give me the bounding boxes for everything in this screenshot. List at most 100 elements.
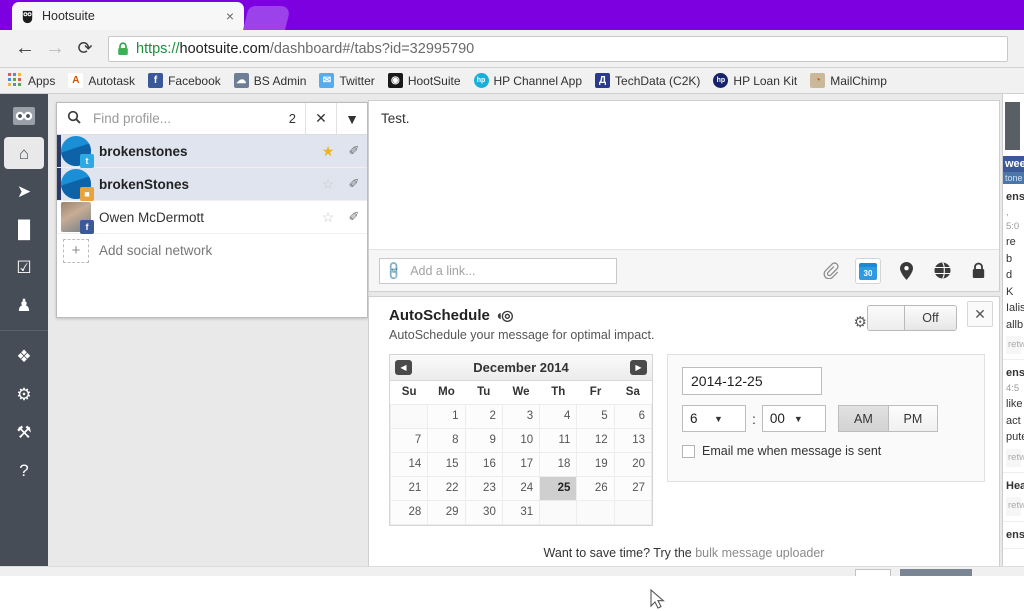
globe-privacy-icon[interactable] — [931, 259, 953, 283]
browser-tab[interactable]: Hootsuite × — [12, 2, 244, 30]
search-input[interactable] — [91, 110, 280, 127]
stream-item[interactable]: ens 4:5 like act pute retw — [1003, 360, 1024, 473]
lock-privacy-icon[interactable] — [967, 259, 989, 283]
favorite-star-icon[interactable]: ☆ — [315, 209, 341, 226]
forward-icon[interactable]: → — [40, 34, 70, 64]
secondary-button-peek[interactable] — [855, 569, 891, 576]
rail-item-tools[interactable]: ⚒ — [0, 413, 48, 451]
calendar-day[interactable]: 24 — [501, 475, 541, 501]
close-icon[interactable]: ✕ — [967, 301, 993, 327]
rail-item-app-directory[interactable]: ❖ — [0, 337, 48, 375]
stream-item[interactable]: ens — [1003, 522, 1024, 549]
autoschedule-toggle[interactable]: Off — [867, 305, 957, 331]
prev-month-icon[interactable]: ◀ — [395, 360, 412, 375]
add-social-network-button[interactable]: + Add social network — [57, 234, 367, 267]
attach-media-icon[interactable] — [819, 259, 841, 283]
send-button-peek[interactable] — [900, 569, 972, 576]
pm-button[interactable]: PM — [887, 405, 938, 432]
bookmark-owl-icon[interactable]: ◉ HootSuite — [387, 73, 461, 88]
stream-item[interactable]: ens , 5:0 re b d K Ialis allb retw — [1003, 184, 1024, 361]
calendar-day[interactable]: 13 — [613, 427, 653, 453]
schedule-calendar-icon[interactable]: 30 — [855, 257, 881, 284]
am-button[interactable]: AM — [837, 405, 888, 432]
calendar-day[interactable]: 20 — [613, 451, 653, 477]
date-input[interactable] — [682, 367, 822, 395]
calendar-day[interactable]: 21 — [389, 475, 429, 501]
bookmark-mailchimp-icon[interactable]: ◔ MailChimp — [810, 73, 887, 88]
bookmark-hp-icon[interactable]: hp HP Channel App — [473, 73, 582, 88]
bookmark-facebook-icon[interactable]: f Facebook — [148, 73, 221, 88]
calendar-day[interactable]: 26 — [576, 475, 615, 501]
calendar-day[interactable]: 5 — [576, 403, 615, 429]
stream-column-clipped[interactable]: wee tone ens, 5:0re bd KIalisallbretwens… — [1002, 94, 1024, 576]
add-link-field[interactable]: 🔗 — [379, 257, 617, 284]
new-tab-button[interactable] — [243, 6, 291, 30]
rail-item-assignments[interactable]: ☑ — [0, 248, 48, 286]
chevron-down-icon[interactable]: ▼ — [336, 102, 367, 135]
reload-icon[interactable]: ⟳ — [70, 34, 100, 64]
stream-item-retweet[interactable]: retw — [1006, 448, 1024, 467]
profile-row[interactable]: ■ brokenStones ☆ ✐ — [57, 168, 367, 201]
pin-icon[interactable]: ✐ — [341, 209, 367, 225]
location-pin-icon[interactable] — [895, 259, 917, 283]
pin-icon[interactable]: ✐ — [341, 143, 367, 159]
calendar-day[interactable]: 22 — [427, 475, 466, 501]
tab-close-icon[interactable]: × — [224, 9, 236, 23]
calendar-day[interactable]: 31 — [501, 499, 541, 525]
rail-item-settings[interactable]: ⚙ — [0, 375, 48, 413]
rail-item-publisher[interactable]: ➤ — [0, 172, 48, 210]
minute-select[interactable]: 00 ▼ — [761, 405, 826, 432]
favorite-star-icon[interactable]: ☆ — [315, 176, 341, 193]
bookmark-hp-dark-icon[interactable]: hp HP Loan Kit — [713, 73, 797, 88]
calendar-day[interactable]: 7 — [389, 427, 429, 453]
stream-item[interactable]: Hea retw — [1003, 473, 1024, 522]
back-icon[interactable]: ← — [10, 34, 40, 64]
next-month-icon[interactable]: ▶ — [630, 360, 647, 375]
bookmark-apps-grid-icon[interactable]: Apps — [8, 73, 55, 88]
hour-select[interactable]: 6 ▼ — [682, 405, 746, 432]
calendar-day[interactable]: 18 — [539, 451, 578, 477]
calendar-day[interactable]: 11 — [539, 427, 578, 453]
calendar-day[interactable]: 4 — [539, 403, 578, 429]
calendar-day[interactable]: 25 — [539, 475, 578, 501]
calendar-day[interactable]: 12 — [576, 427, 615, 453]
bookmark-twitter-icon[interactable]: ✉ Twitter — [319, 73, 375, 88]
stream-item-retweet[interactable]: retw — [1006, 336, 1024, 355]
message-textarea[interactable]: Test. — [369, 101, 999, 249]
link-input[interactable] — [408, 262, 610, 279]
clear-search-icon[interactable]: ✕ — [305, 102, 336, 135]
calendar-day[interactable]: 29 — [427, 499, 466, 525]
rail-item-contacts[interactable]: ♟ — [0, 286, 48, 324]
calendar-day[interactable]: 2 — [464, 403, 503, 429]
bookmark-cloud-icon[interactable]: ☁ BS Admin — [233, 73, 306, 88]
favorite-star-icon[interactable]: ★ — [315, 143, 341, 160]
calendar-day[interactable]: 10 — [501, 427, 541, 453]
rail-item-analytics[interactable]: █ — [0, 210, 48, 248]
calendar-day[interactable]: 6 — [613, 403, 653, 429]
pin-icon[interactable]: ✐ — [341, 176, 367, 192]
rail-item-streams[interactable]: ⌂ — [0, 134, 48, 172]
calendar-day[interactable]: 17 — [501, 451, 541, 477]
address-bar[interactable]: https://hootsuite.com/dashboard#/tabs?id… — [108, 35, 1008, 62]
hootsuite-owl-logo[interactable] — [0, 94, 48, 134]
calendar-day[interactable]: 1 — [427, 403, 466, 429]
bookmark-autotask-icon[interactable]: A Autotask — [68, 73, 135, 88]
gear-icon[interactable]: ⚙ — [854, 313, 867, 331]
email-notify-checkbox-row[interactable]: Email me when message is sent — [682, 444, 970, 458]
calendar-day[interactable]: 28 — [389, 499, 429, 525]
calendar-day[interactable]: 9 — [464, 427, 503, 453]
calendar-day[interactable]: 8 — [427, 427, 466, 453]
bookmark-techdata-icon[interactable]: Д TechData (C2K) — [595, 73, 700, 88]
rail-item-help[interactable]: ? — [0, 451, 48, 489]
profile-row[interactable]: t brokenstones ★ ✐ — [57, 135, 367, 168]
calendar-day[interactable]: 15 — [427, 451, 466, 477]
calendar-day[interactable]: 27 — [613, 475, 653, 501]
checkbox-icon[interactable] — [682, 444, 695, 458]
profile-row[interactable]: f Owen McDermott ☆ ✐ — [57, 201, 367, 234]
stream-item-retweet[interactable]: retw — [1006, 497, 1024, 516]
bulk-message-uploader-link[interactable]: bulk message uploader — [695, 546, 824, 560]
calendar-day[interactable]: 19 — [576, 451, 615, 477]
calendar-day[interactable]: 23 — [464, 475, 503, 501]
calendar-day[interactable]: 30 — [464, 499, 503, 525]
calendar-day[interactable]: 14 — [389, 451, 429, 477]
